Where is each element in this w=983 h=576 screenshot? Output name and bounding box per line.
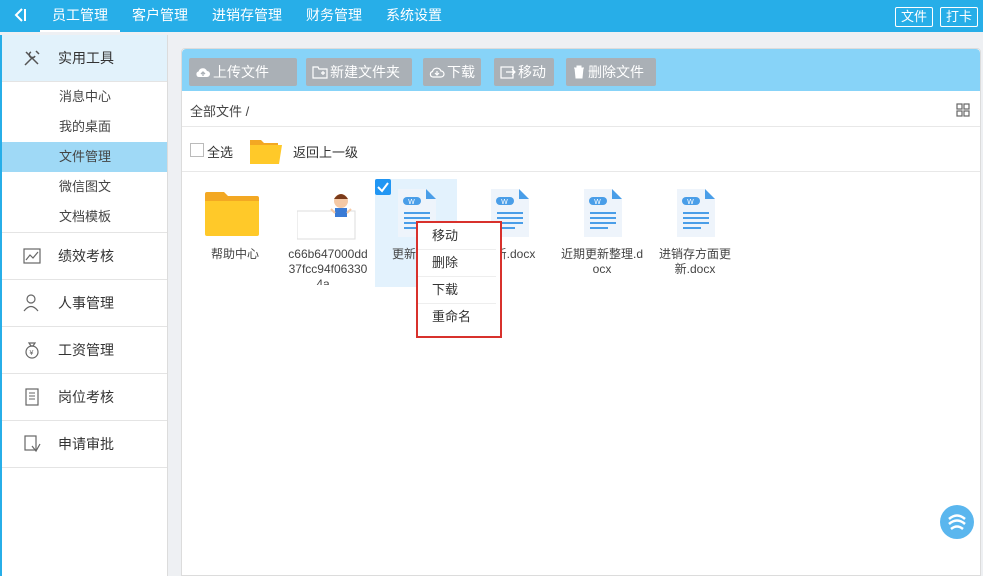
svg-text:W: W — [501, 198, 508, 206]
move-button[interactable]: 移动 — [494, 58, 554, 86]
file-item-folder[interactable]: 帮助中心 — [194, 179, 276, 287]
delete-label: 删除文件 — [588, 64, 644, 80]
sidebar-item-my-desktop[interactable]: 我的桌面 — [2, 112, 167, 142]
new-folder-icon — [312, 66, 328, 79]
upload-file-button[interactable]: 上传文件 — [189, 58, 297, 86]
sidebar-group-tools[interactable]: 实用工具 — [2, 35, 167, 82]
selection-row: 全选 返回上一级 — [182, 128, 980, 172]
file-item-doc[interactable]: W 近期更新整理.docx — [561, 179, 643, 287]
file-name: 进销存方面更新.docx — [658, 247, 731, 276]
svg-text:W: W — [594, 198, 601, 206]
context-menu-rename[interactable]: 重命名 — [418, 304, 496, 331]
download-button[interactable]: 下载 — [423, 58, 481, 86]
cloud-upload-icon — [196, 68, 210, 77]
clock-in-button[interactable]: 打卡 — [940, 7, 979, 27]
sidebar-group-label: 工资管理 — [58, 342, 114, 358]
sidebar-group-position[interactable]: 岗位考核 — [2, 374, 167, 421]
file-item-doc[interactable]: W 进销存方面更新.docx — [654, 179, 736, 287]
checkmark-icon — [377, 182, 389, 193]
context-menu-move[interactable]: 移动 — [418, 223, 496, 250]
delete-file-button[interactable]: 删除文件 — [566, 58, 656, 86]
grid-view-icon[interactable] — [956, 103, 970, 117]
selected-checkbox[interactable] — [375, 179, 391, 195]
new-folder-button[interactable]: 新建文件夹 — [306, 58, 412, 86]
main-nav: 员工管理 客户管理 进销存管理 财务管理 系统设置 — [40, 0, 454, 32]
context-menu-download[interactable]: 下载 — [418, 277, 496, 304]
money-bag-icon: ¥ — [25, 342, 39, 359]
svg-text:W: W — [408, 198, 415, 206]
back-to-parent-link[interactable]: 返回上一级 — [293, 142, 358, 161]
sidebar-group-label: 人事管理 — [58, 295, 114, 311]
move-icon — [500, 66, 516, 79]
chart-icon — [23, 248, 41, 264]
nav-inventory-management[interactable]: 进销存管理 — [200, 0, 294, 32]
svg-text:W: W — [687, 198, 694, 206]
file-manager-panel: 上传文件 新建文件夹 下载 移动 删除文件 全部文件 / 全选 返回上一级 帮助… — [181, 48, 981, 576]
folder-icon[interactable] — [248, 136, 284, 166]
file-name: 帮助中心 — [210, 247, 259, 261]
approval-icon — [24, 435, 41, 453]
image-thumbnail-icon — [297, 194, 356, 240]
floating-assistant-button[interactable] — [940, 505, 974, 539]
sidebar-item-file-management[interactable]: 文件管理 — [2, 142, 167, 172]
sidebar-group-label: 岗位考核 — [58, 389, 114, 405]
breadcrumb[interactable]: 全部文件 / — [190, 101, 249, 120]
context-menu-delete[interactable]: 删除 — [418, 250, 496, 277]
sidebar-group-label: 实用工具 — [58, 50, 114, 66]
tools-submenu: 消息中心 我的桌面 文件管理 微信图文 文档模板 — [2, 82, 167, 233]
nav-finance-management[interactable]: 财务管理 — [294, 0, 374, 32]
sidebar: 实用工具 消息中心 我的桌面 文件管理 微信图文 文档模板 绩效考核 人事管理 … — [0, 35, 168, 576]
sidebar-item-wechat-articles[interactable]: 微信图文 — [2, 172, 167, 202]
word-document-icon: W — [584, 189, 622, 237]
sidebar-item-doc-templates[interactable]: 文档模板 — [2, 202, 167, 232]
file-name: c66b647000dd37fcc94f063304a... — [288, 247, 368, 285]
file-name: 近期更新整理.docx — [561, 247, 643, 276]
cloud-download-icon — [429, 67, 445, 78]
nav-system-settings[interactable]: 系统设置 — [374, 0, 454, 32]
person-icon — [23, 294, 39, 312]
collapse-sidebar-icon[interactable] — [10, 6, 30, 26]
tools-icon — [24, 50, 40, 66]
select-all-checkbox[interactable] — [190, 143, 204, 157]
file-item-image[interactable]: c66b647000dd37fcc94f063304a... — [287, 179, 369, 287]
svg-text:¥: ¥ — [30, 350, 34, 357]
select-all-label[interactable]: 全选 — [207, 142, 233, 161]
nav-employee-management[interactable]: 员工管理 — [40, 0, 120, 32]
sidebar-group-salary[interactable]: ¥ 工资管理 — [2, 327, 167, 374]
assistant-icon — [948, 514, 966, 531]
sidebar-group-approval[interactable]: 申请审批 — [2, 421, 167, 468]
sidebar-group-performance[interactable]: 绩效考核 — [2, 233, 167, 280]
download-label: 下载 — [447, 64, 475, 80]
folder-icon — [205, 192, 259, 236]
context-menu: 移动 删除 下载 重命名 — [416, 221, 502, 338]
word-document-icon: W — [677, 189, 715, 237]
file-toolbar: 上传文件 新建文件夹 下载 移动 删除文件 — [182, 49, 980, 91]
file-button[interactable]: 文件 — [895, 7, 934, 27]
top-navigation-bar: 员工管理 客户管理 进销存管理 财务管理 系统设置 文件 打卡 — [0, 0, 983, 32]
sidebar-group-label: 绩效考核 — [58, 248, 114, 264]
upload-label: 上传文件 — [213, 64, 269, 80]
sidebar-group-hr[interactable]: 人事管理 — [2, 280, 167, 327]
document-list-icon — [25, 388, 39, 406]
sidebar-item-messages[interactable]: 消息中心 — [2, 82, 167, 112]
new-folder-label: 新建文件夹 — [330, 64, 400, 80]
breadcrumb-bar: 全部文件 / — [182, 91, 980, 127]
sidebar-group-label: 申请审批 — [58, 436, 114, 452]
move-label: 移动 — [518, 64, 546, 80]
trash-icon — [574, 65, 584, 79]
nav-customer-management[interactable]: 客户管理 — [120, 0, 200, 32]
